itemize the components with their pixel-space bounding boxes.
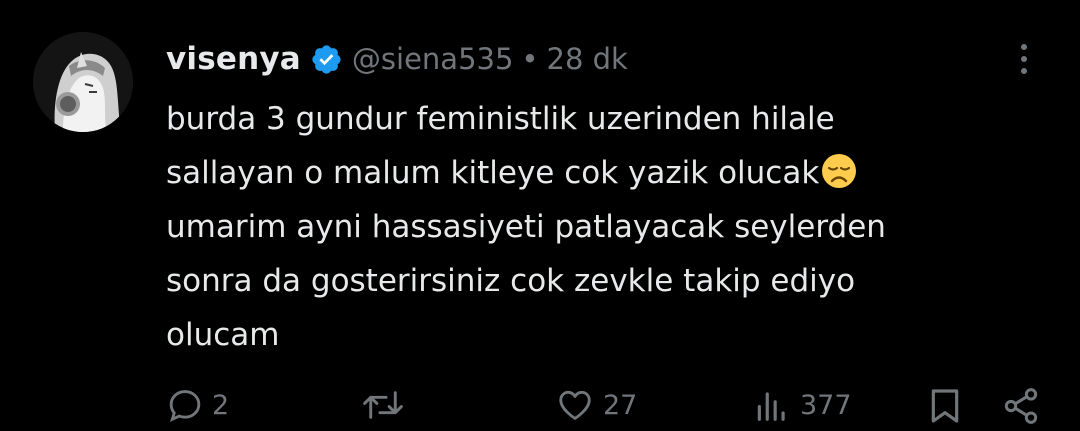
tweet-line-text: sallayan o malum kitleye cok yazik oluca… — [166, 155, 820, 191]
reply-button[interactable]: 2 — [166, 386, 229, 424]
avatar-image — [33, 32, 133, 132]
disappointed-face-emoji-icon — [822, 154, 857, 188]
reply-icon — [169, 390, 201, 422]
tweet-line-text: sonra da gosterirsiniz cok zevkle takip … — [166, 263, 856, 299]
view-count: 377 — [800, 389, 852, 421]
tweet-line-text: umarim ayni hassasiyeti patlayacak seyle… — [166, 209, 886, 245]
tweet-line-text: burda 3 gundur feministlik uzerinden hil… — [166, 101, 835, 137]
verified-badge-icon[interactable] — [310, 43, 343, 76]
header-separator: • — [521, 42, 539, 76]
share-icon — [1004, 388, 1038, 424]
bookmark-icon — [931, 389, 959, 423]
tweet-actions: 2 27 377 — [0, 386, 1080, 431]
more-options-icon[interactable] — [1012, 40, 1036, 80]
tweet-line: sonra da gosterirsiniz cok zevkle takip … — [166, 254, 1046, 308]
display-name[interactable]: visenya — [166, 41, 301, 77]
tweet-line-text: olucam — [166, 317, 280, 353]
like-button[interactable]: 27 — [555, 386, 637, 424]
timestamp[interactable]: 28 dk — [547, 42, 628, 76]
retweet-button[interactable] — [360, 386, 414, 424]
tweet-line: umarim ayni hassasiyeti patlayacak seyle… — [166, 200, 1046, 254]
retweet-icon — [363, 391, 403, 419]
tweet-header: visenya @siena535 • 28 dk — [166, 36, 628, 82]
heart-icon — [559, 390, 591, 420]
tweet-card[interactable]: visenya @siena535 • 28 dk burda 3 gundur… — [0, 0, 1080, 425]
like-count: 27 — [603, 389, 638, 421]
tweet-line: olucam — [166, 308, 1046, 362]
views-button[interactable]: 377 — [752, 386, 852, 424]
tweet-line: burda 3 gundur feministlik uzerinden hil… — [166, 92, 1046, 146]
tweet-text: burda 3 gundur feministlik uzerinden hil… — [166, 92, 1046, 362]
reply-count: 2 — [212, 389, 230, 421]
views-chart-icon — [757, 392, 785, 421]
share-button[interactable] — [1000, 386, 1042, 426]
bookmark-button[interactable] — [925, 386, 965, 426]
user-handle[interactable]: @siena535 — [352, 42, 514, 76]
avatar[interactable] — [33, 32, 133, 132]
tweet-line: sallayan o malum kitleye cok yazik oluca… — [166, 146, 1046, 200]
